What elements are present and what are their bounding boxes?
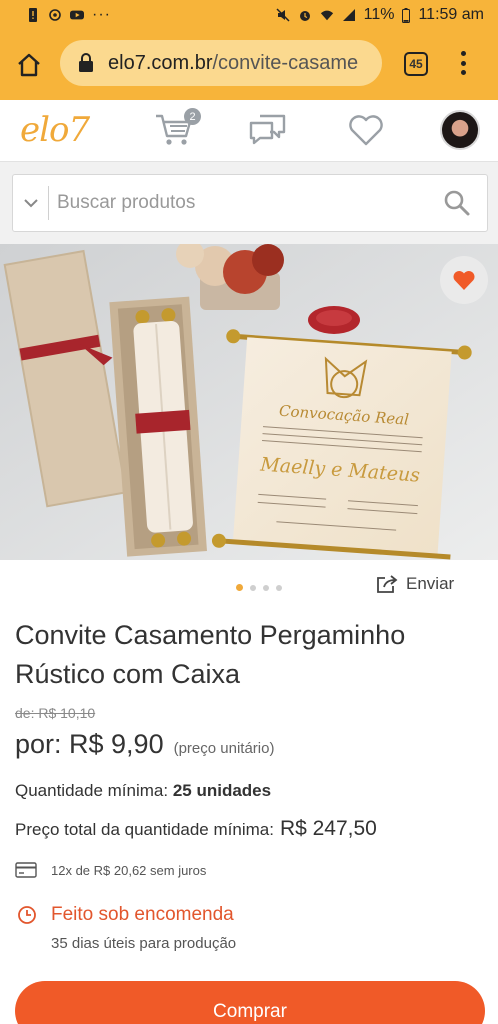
price-row: por: R$ 9,90 (preço unitário) (15, 729, 274, 760)
browser-menu-button[interactable] (454, 48, 472, 78)
min-qty-value: 25 unidades (172, 781, 272, 800)
alarm-icon (299, 11, 310, 21)
search-category-dropdown[interactable] (13, 186, 49, 220)
carousel-dot[interactable] (276, 584, 282, 591)
wifi-icon (320, 10, 333, 21)
clock-icon (18, 906, 36, 924)
chevron-down-icon (23, 199, 38, 208)
buy-button[interactable]: Comprar (15, 981, 485, 1024)
made-to-order-label: Feito sob encomenda (51, 904, 234, 925)
status-bar: ··· 11% 11:59 am (0, 0, 498, 30)
total-value: R$ 247,50 (279, 817, 377, 840)
lock-icon (79, 53, 93, 72)
home-button[interactable] (14, 50, 44, 80)
status-right-icons: 11% 11:59 am (276, 6, 484, 24)
current-price: por: R$ 9,90 (15, 729, 164, 759)
url-domain: elo7.com.br (108, 51, 213, 74)
signal-icon (342, 9, 355, 21)
old-price: de: R$ 10,10 (15, 705, 96, 721)
url-path: /convite-casame (212, 51, 359, 74)
installment-info: 12x de R$ 20,62 sem juros (15, 862, 206, 878)
cart-count-badge: 2 (184, 108, 201, 125)
mute-icon (276, 8, 290, 22)
battery-percent: 11% (363, 6, 395, 23)
carousel-dot[interactable] (236, 584, 243, 591)
share-icon (377, 575, 398, 593)
url-text: elo7.com.br/convite-casame (108, 52, 358, 75)
ribbon (308, 306, 360, 334)
carousel-dot[interactable] (263, 584, 269, 591)
favorite-button[interactable] (440, 256, 488, 304)
share-label: Enviar (406, 574, 455, 593)
more-notifications-icon: ··· (92, 6, 111, 23)
favorites-icon[interactable] (346, 112, 386, 148)
min-qty-label: Quantidade mínima: (15, 781, 169, 800)
user-avatar[interactable] (440, 110, 480, 150)
sim-alert-icon (29, 8, 37, 22)
location-icon (49, 9, 61, 21)
carousel-dot[interactable] (250, 584, 256, 591)
messages-icon[interactable] (248, 112, 288, 148)
search-icon (444, 190, 470, 216)
product-title: Convite Casamento Pergaminho Rústico com… (15, 620, 406, 689)
youtube-icon (70, 10, 84, 20)
product-photo[interactable]: Convocação Real Maelly e Mateus (0, 244, 498, 560)
minimum-quantity: Quantidade mínima: 25 unidades (15, 781, 271, 801)
total-label: Preço total da quantidade mínima: (15, 820, 274, 839)
address-bar[interactable]: elo7.com.br/convite-casame (60, 40, 382, 86)
production-time: 35 dias úteis para produção (51, 935, 237, 952)
made-to-order: Feito sob encomenda (17, 904, 234, 926)
heart-icon (453, 270, 475, 290)
carousel-indicator (236, 584, 282, 591)
search-input[interactable] (49, 192, 427, 214)
unit-price-note: (preço unitário) (173, 740, 275, 757)
clock: 11:59 am (418, 6, 484, 23)
search-box (12, 174, 488, 232)
browser-toolbar: elo7.com.br/convite-casame 45 (0, 36, 498, 92)
product-photo-illustration: Convocação Real Maelly e Mateus (0, 244, 498, 560)
site-header: elo7 (0, 100, 498, 162)
invitation-scroll: Convocação Real Maelly e Mateus (211, 329, 472, 560)
elo7-logo[interactable]: elo7 (20, 110, 90, 150)
battery-icon (402, 7, 411, 23)
tab-switcher-button[interactable]: 45 (404, 52, 428, 76)
total-price: Preço total da quantidade mínima: R$ 247… (15, 817, 377, 841)
installment-text: 12x de R$ 20,62 sem juros (51, 862, 207, 878)
search-button[interactable] (427, 178, 487, 228)
search-area (0, 162, 498, 244)
status-left-icons: ··· (26, 6, 111, 24)
home-icon (18, 53, 40, 77)
share-button[interactable]: Enviar (376, 574, 454, 594)
credit-card-icon (15, 862, 37, 878)
